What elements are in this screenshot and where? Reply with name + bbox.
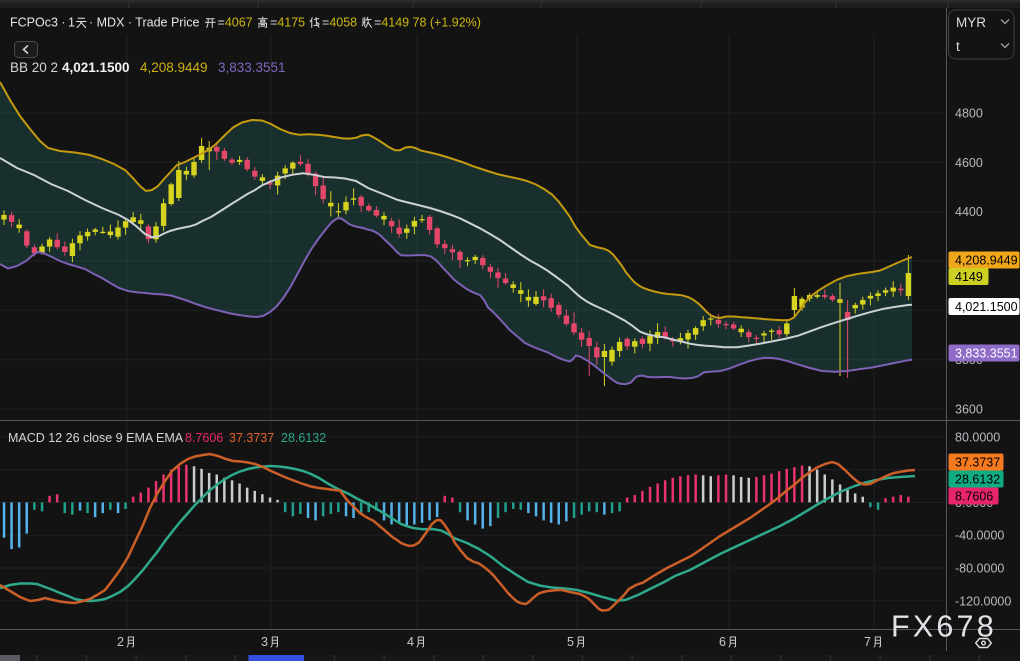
svg-text:BB 20 2: BB 20 2 [10,60,58,75]
svg-text:4,208.9449: 4,208.9449 [140,60,208,75]
svg-text:-80.0000: -80.0000 [955,562,1004,576]
svg-text:· MDX · Trade Price: · MDX · Trade Price [89,16,199,30]
svg-text:5: 5 [567,635,574,649]
svg-text:=4149: =4149 [374,16,409,30]
svg-text:28.6132: 28.6132 [955,473,1000,487]
svg-text:8.7606: 8.7606 [185,431,223,445]
svg-text:=4067: =4067 [218,16,253,30]
svg-text:MACD 12 26 close 9 EMA EMA: MACD 12 26 close 9 EMA EMA [8,431,184,445]
svg-text:3600: 3600 [955,403,983,417]
svg-text:3: 3 [261,635,268,649]
svg-text:4800: 4800 [955,107,983,121]
svg-text:4400: 4400 [955,205,983,219]
svg-text:3,833.3551: 3,833.3551 [955,347,1018,361]
svg-text:=4175: =4175 [270,16,305,30]
svg-text:37.3737: 37.3737 [229,431,274,445]
svg-text:t: t [956,39,960,54]
svg-text:2: 2 [117,635,124,649]
svg-text:37.3737: 37.3737 [955,456,1000,470]
svg-text:3,833.3551: 3,833.3551 [218,60,286,75]
svg-text:4,021.1500: 4,021.1500 [62,60,130,75]
svg-text:4149: 4149 [955,270,983,284]
svg-text:=4058: =4058 [322,16,357,30]
svg-text:-40.0000: -40.0000 [955,529,1004,543]
svg-text:7: 7 [864,635,871,649]
svg-text:4,208.9449: 4,208.9449 [955,254,1018,268]
svg-text:FCPOc3 ·: FCPOc3 · [10,16,66,30]
svg-text:80.0000: 80.0000 [955,430,1000,444]
svg-text:4: 4 [407,635,414,649]
svg-text:MYR: MYR [956,15,986,30]
svg-text:6: 6 [719,635,726,649]
svg-text:8.7606: 8.7606 [955,490,993,504]
svg-text:78 (+1.92%): 78 (+1.92%) [413,16,481,30]
svg-text:28.6132: 28.6132 [281,431,326,445]
svg-text:-120.0000: -120.0000 [955,594,1011,608]
svg-text:4,021.1500: 4,021.1500 [955,300,1018,314]
svg-text:1: 1 [68,16,75,30]
svg-text:4600: 4600 [955,156,983,170]
